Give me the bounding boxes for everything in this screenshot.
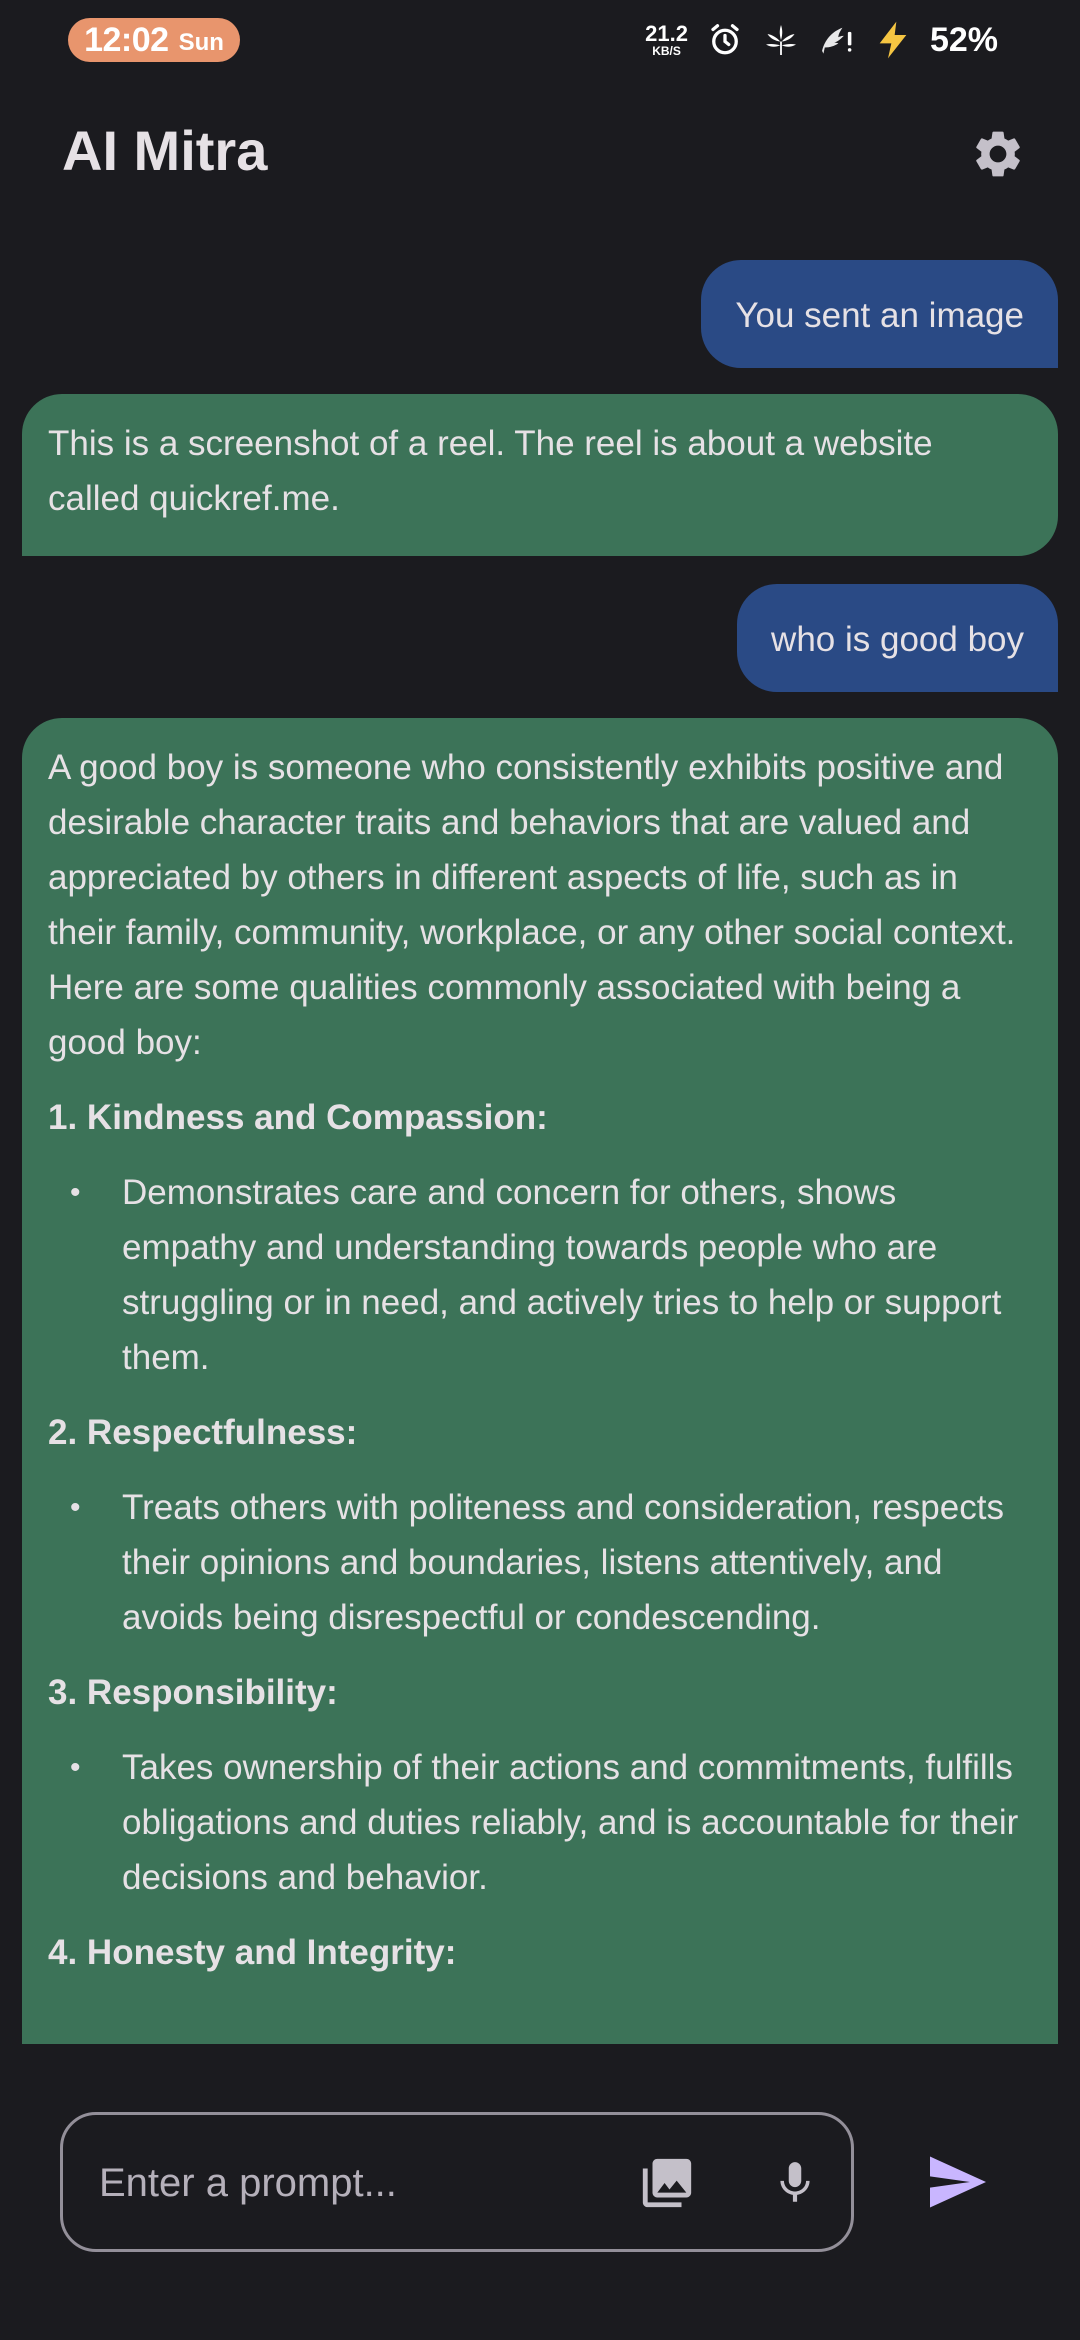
gear-icon bbox=[970, 126, 1026, 187]
user-message: who is good boy bbox=[737, 584, 1058, 692]
app-title: AI Mitra bbox=[62, 119, 268, 182]
battery-percentage: 52% bbox=[929, 20, 998, 59]
clock-day: Sun bbox=[178, 29, 224, 56]
ai-message-list: Demonstrates care and concern for others… bbox=[48, 1165, 1026, 1385]
ai-message-heading: 1. Kindness and Compassion: bbox=[48, 1098, 548, 1137]
chat-list[interactable]: You sent an image This is a screenshot o… bbox=[0, 258, 1080, 2044]
charging-bolt-icon bbox=[874, 21, 912, 59]
alarm-icon bbox=[706, 21, 744, 59]
ai-message: A good boy is someone who consistently e… bbox=[22, 718, 1058, 2044]
status-icons: 21.2 KB/S 52% bbox=[645, 14, 998, 66]
image-gallery-icon bbox=[638, 2154, 696, 2217]
app-bar: AI Mitra bbox=[0, 100, 1080, 204]
send-button[interactable] bbox=[918, 2144, 998, 2224]
feather-alert-icon bbox=[818, 21, 856, 59]
ai-message-heading: 4. Honesty and Integrity: bbox=[48, 1933, 457, 1972]
ai-message-heading: 3. Responsibility: bbox=[48, 1673, 338, 1712]
prompt-input[interactable] bbox=[99, 2151, 599, 2215]
ai-message-bullet: Treats others with politeness and consid… bbox=[48, 1480, 1026, 1645]
ai-message-list: Takes ownership of their actions and com… bbox=[48, 1740, 1026, 1905]
ai-message-list: Treats others with politeness and consid… bbox=[48, 1480, 1026, 1645]
user-message-text: You sent an image bbox=[735, 296, 1024, 335]
ai-message: This is a screenshot of a reel. The reel… bbox=[22, 394, 1058, 556]
clock-pill: 12:02 Sun bbox=[68, 18, 240, 62]
user-message-text: who is good boy bbox=[771, 620, 1024, 659]
ai-message-intro: A good boy is someone who consistently e… bbox=[48, 748, 1016, 1062]
send-icon bbox=[927, 2154, 989, 2215]
microphone-icon bbox=[770, 2155, 820, 2216]
ai-message-heading: 2. Respectfulness: bbox=[48, 1413, 358, 1452]
network-speed-unit: KB/S bbox=[652, 44, 681, 58]
ai-message-text: This is a screenshot of a reel. The reel… bbox=[48, 424, 933, 518]
settings-button[interactable] bbox=[966, 124, 1030, 188]
user-message: You sent an image bbox=[701, 260, 1058, 368]
ai-message-bullet: Demonstrates care and concern for others… bbox=[48, 1165, 1026, 1385]
clock-time: 12:02 bbox=[84, 20, 169, 59]
ai-message-bullet: Takes ownership of their actions and com… bbox=[48, 1740, 1026, 1905]
voice-input-button[interactable] bbox=[763, 2153, 827, 2217]
network-speed-value: 21.2 bbox=[645, 21, 688, 46]
attach-image-button[interactable] bbox=[635, 2153, 699, 2217]
status-bar: 12:02 Sun 21.2 KB/S 52% bbox=[0, 0, 1080, 80]
prompt-bar bbox=[0, 2044, 1080, 2340]
prompt-field-container bbox=[60, 2112, 854, 2252]
cannabis-icon bbox=[762, 21, 800, 59]
network-speed: 21.2 KB/S bbox=[645, 21, 688, 58]
